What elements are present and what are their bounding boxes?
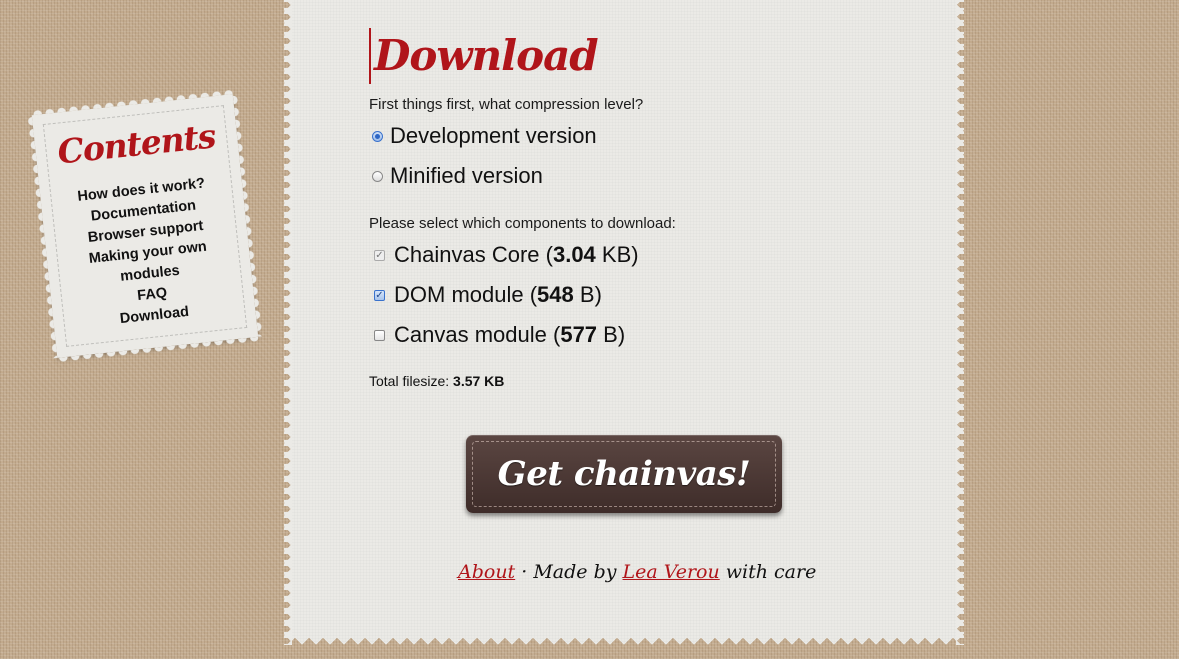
made-by-text: Made by <box>533 561 617 583</box>
get-chainvas-button-label: Get chainvas! <box>497 454 751 494</box>
about-link[interactable]: About <box>458 561 515 583</box>
contents-stamp: Contents How does it work? Documentation… <box>25 88 265 364</box>
component-size: 3.04 <box>552 242 596 267</box>
radio-development-version[interactable]: Development version <box>372 123 597 149</box>
radio-button-selected[interactable] <box>372 130 383 142</box>
radio-label-development: Development version <box>390 123 597 148</box>
total-label: Total filesize: <box>369 373 450 389</box>
component-size: 548 <box>537 282 574 307</box>
components-prompt: Please select which components to downlo… <box>369 215 676 232</box>
author-link[interactable]: Lea Verou <box>623 561 720 583</box>
total-value: 3.57 KB <box>453 373 505 389</box>
component-size: 577 <box>560 322 598 347</box>
radio-button[interactable] <box>372 170 383 182</box>
page-title: Download <box>369 28 599 84</box>
checkbox-checked[interactable]: ✓ <box>374 289 385 301</box>
paper-left-zigzag-edge <box>284 0 292 645</box>
radio-minified-version[interactable]: Minified version <box>372 163 543 189</box>
checkbox-disabled: ✓ <box>374 249 385 261</box>
component-dom-module[interactable]: ✓ DOM module (548 B) <box>374 282 602 308</box>
footer: About · Made by Lea Verou with care <box>458 561 816 583</box>
with-care-text: with care <box>725 561 817 583</box>
checkbox-unchecked[interactable] <box>374 329 385 341</box>
footer-separator: · <box>521 561 528 583</box>
component-label: DOM module (548 B) <box>394 282 602 307</box>
radio-label-minified: Minified version <box>390 163 543 188</box>
contents-nav: How does it work? Documentation Browser … <box>56 171 240 335</box>
component-chainvas-core: ✓ Chainvas Core (3.04 KB) <box>374 242 639 268</box>
component-canvas-module[interactable]: Canvas module (577 B) <box>374 322 625 348</box>
total-filesize: Total filesize: 3.57 KB <box>369 373 504 389</box>
component-label: Canvas module (577 B) <box>394 322 626 347</box>
paper-right-zigzag-edge <box>956 0 964 645</box>
get-chainvas-button[interactable]: Get chainvas! <box>466 435 782 513</box>
component-label: Chainvas Core (3.04 KB) <box>394 242 639 267</box>
compression-prompt: First things first, what compression lev… <box>369 96 644 113</box>
